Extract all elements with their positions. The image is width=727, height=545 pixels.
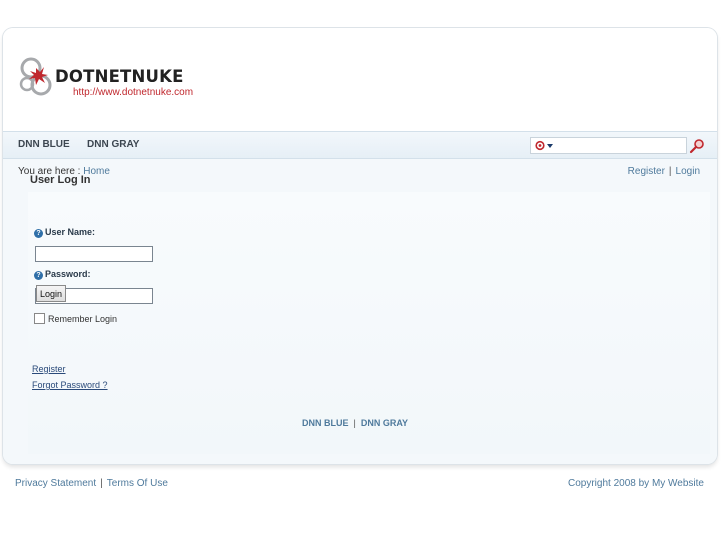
login-button[interactable]: Login (36, 285, 66, 302)
logo-name: DOTNETNUKE (55, 67, 184, 86)
header: DOTNETNUKE http://www.dotnetnuke.com (3, 28, 717, 131)
register-module-link[interactable]: Register (32, 364, 66, 374)
footer-links: Privacy Statement | Terms Of Use (15, 478, 168, 489)
help-icon[interactable]: ? (34, 271, 43, 280)
register-link[interactable]: Register (628, 166, 665, 177)
search-input[interactable] (555, 138, 683, 153)
username-label: ? User Name: (34, 227, 95, 238)
bottom-nav-dnn-blue[interactable]: DNN BLUE (302, 418, 349, 428)
login-panel (28, 192, 710, 454)
password-label: ? Password: (34, 269, 91, 280)
user-links-separator: | (668, 166, 672, 177)
nav-item-dnn-blue[interactable]: DNN BLUE (18, 139, 70, 150)
help-icon[interactable]: ? (34, 229, 43, 238)
bottom-nav: DNN BLUE | DNN GRAY (302, 418, 408, 428)
username-input[interactable] (35, 246, 153, 262)
nav-item-dnn-gray[interactable]: DNN GRAY (87, 139, 139, 150)
footer-separator: | (100, 478, 103, 489)
bottom-nav-dnn-gray[interactable]: DNN GRAY (361, 418, 408, 428)
search-icon[interactable] (689, 138, 705, 154)
remember-login: Remember Login (34, 313, 117, 324)
search-type-dropdown[interactable] (533, 139, 555, 152)
logo-url: http://www.dotnetnuke.com (73, 87, 194, 98)
search-box (530, 137, 687, 154)
logo[interactable]: DOTNETNUKE http://www.dotnetnuke.com (17, 54, 217, 100)
privacy-statement-link[interactable]: Privacy Statement (15, 478, 96, 489)
bottom-nav-separator: | (353, 418, 356, 428)
terms-of-use-link[interactable]: Terms Of Use (107, 478, 168, 489)
remember-login-checkbox[interactable] (34, 313, 45, 324)
breadcrumb-bar: You are here : Home Register | Login (3, 159, 717, 185)
main-nav: DNN BLUE DNN GRAY (3, 131, 717, 159)
login-module-title: User Log In (30, 174, 91, 186)
copyright: Copyright 2008 by My Website (568, 478, 704, 489)
forgot-password-link[interactable]: Forgot Password ? (32, 380, 108, 390)
remember-login-label: Remember Login (48, 314, 118, 324)
user-links: Register | Login (628, 166, 700, 177)
dotnetnuke-logo-icon (19, 57, 52, 96)
login-link[interactable]: Login (676, 166, 700, 177)
